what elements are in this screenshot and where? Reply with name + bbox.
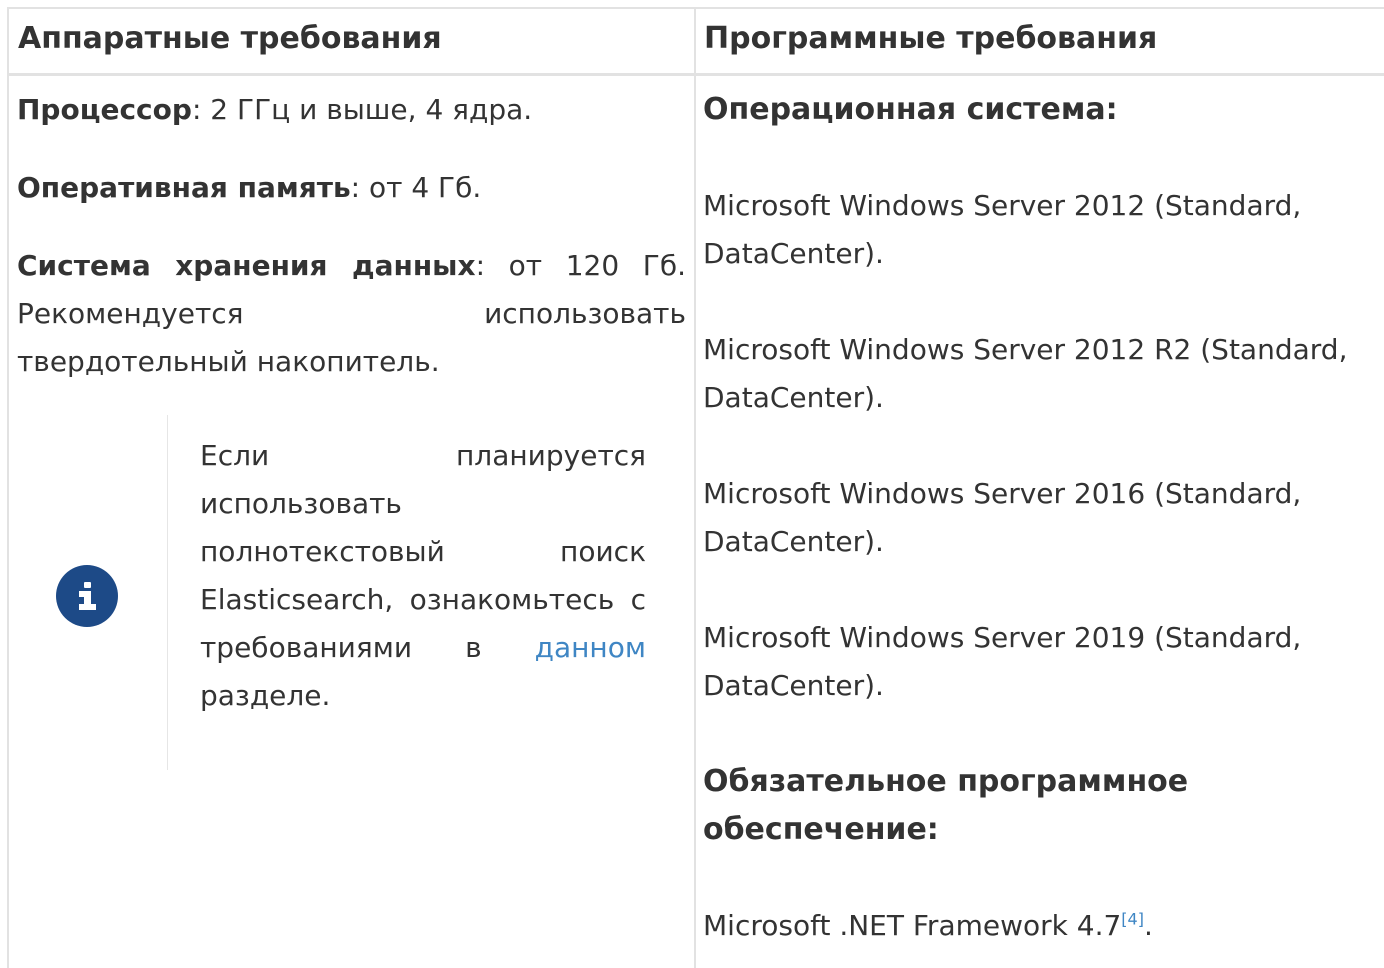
os-item: Microsoft Windows Server 2012 R2 (Standa… xyxy=(703,333,1348,414)
table-header-row: Аппаратные требования Программные требов… xyxy=(7,7,1384,76)
info-note: Если планируется использовать полнотекст… xyxy=(56,415,654,770)
ram-label: Оперативная память xyxy=(17,171,351,204)
requirements-table: Аппаратные требования Программные требов… xyxy=(7,7,1384,968)
note-link[interactable]: данном xyxy=(535,631,646,664)
hardware-cell: Процессор: 2 ГГц и выше, 4 ядра. Операти… xyxy=(17,86,686,386)
ram-value: : от 4 Гб. xyxy=(350,171,482,204)
cpu-label: Процессор xyxy=(17,93,192,126)
footnote-ref: [4] xyxy=(1121,910,1144,929)
storage-requirement: Система хранения данных: от 120 Гб. Реко… xyxy=(17,242,686,386)
required-software-item: Microsoft .NET Framework 4.7[4]. xyxy=(703,902,1373,950)
ram-requirement: Оперативная память: от 4 Гб. xyxy=(17,164,686,212)
os-heading: Операционная система: xyxy=(703,92,1118,127)
cpu-value: : 2 ГГц и выше, 4 ядра. xyxy=(191,93,533,126)
header-software: Программные требования xyxy=(704,21,1158,56)
os-item: Microsoft Windows Server 2016 (Standard,… xyxy=(703,477,1302,558)
storage-label: Система хранения данных xyxy=(17,249,476,282)
table-column-divider xyxy=(694,7,696,968)
os-item: Microsoft Windows Server 2019 (Standard,… xyxy=(703,621,1302,702)
dotnet-item-end: . xyxy=(1143,909,1153,942)
dotnet-item: Microsoft .NET Framework 4.7 xyxy=(703,909,1122,942)
note-text-after: разделе. xyxy=(200,679,331,712)
info-circle-icon xyxy=(56,565,118,627)
note-text: Если планируется использовать полнотекст… xyxy=(200,432,646,720)
required-software-heading: Обязательное программное обеспечение: xyxy=(703,764,1189,847)
cpu-requirement: Процессор: 2 ГГц и выше, 4 ядра. xyxy=(17,86,686,134)
os-item: Microsoft Windows Server 2012 (Standard,… xyxy=(703,189,1302,270)
footnote-link[interactable]: [4] xyxy=(1121,910,1144,929)
table-left-border xyxy=(7,7,9,968)
header-hardware: Аппаратные требования xyxy=(18,21,442,56)
software-cell: Операционная система: Microsoft Windows … xyxy=(703,86,1373,950)
